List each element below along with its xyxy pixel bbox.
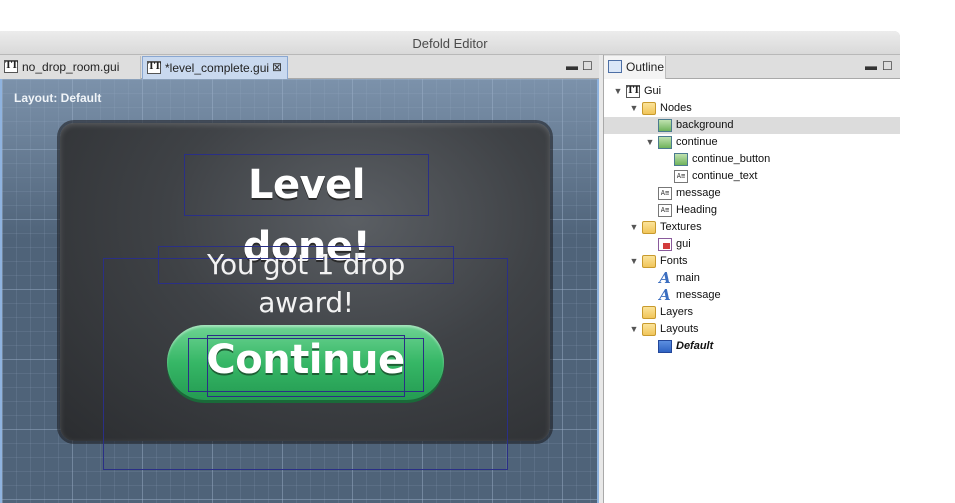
font-icon: A [659,269,671,287]
tree-item-continue-button[interactable]: continue_button [604,151,900,168]
minimize-icon[interactable]: ▬ [865,59,877,73]
tree-item-layers[interactable]: Layers [604,304,900,321]
expand-arrow-icon[interactable]: ▼ [645,134,655,151]
minimize-icon[interactable]: ▬ [566,59,578,73]
text-node-icon: A≡ [658,187,672,200]
tree-item-continue-text[interactable]: A≡ continue_text [604,168,900,185]
tab-outline[interactable]: Outline [604,56,666,79]
outline-tree: ▼ TT Gui ▼ Nodes background ▼ continue c… [604,83,900,355]
tree-item-textures[interactable]: ▼ Textures [604,219,900,236]
tree-item-default-layout[interactable]: Default [604,338,900,355]
folder-icon [642,255,656,268]
expand-arrow-icon[interactable]: ▼ [629,321,639,338]
outline-icon [608,60,622,73]
message-text-node[interactable]: You got 1 drop award! [158,246,454,319]
box-node-icon [658,119,672,132]
gui-file-icon: TT [4,60,19,73]
expand-arrow-icon[interactable]: ▼ [629,253,639,270]
outline-tab-bar: Outline ▬ ☐ [604,55,900,79]
text-node-icon: A≡ [658,204,672,217]
tree-item-layouts[interactable]: ▼ Layouts [604,321,900,338]
gui-file-icon: TT [147,61,162,74]
outline-pane: Outline ▬ ☐ ▼ TT Gui ▼ Nodes background [603,55,900,503]
folder-icon [642,221,656,234]
text-node-icon: A≡ [674,170,688,183]
title-bar: Defold Editor [0,31,900,55]
tab-label: no_drop_room.gui [22,60,120,74]
box-node-icon [674,153,688,166]
expand-arrow-icon[interactable]: ▼ [629,100,639,117]
editor-tab-bar: TT no_drop_room.gui TT *level_complete.g… [0,55,599,79]
tree-item-heading[interactable]: A≡ Heading [604,202,900,219]
close-tab-icon[interactable]: ⊠ [272,60,282,74]
continue-text-node: Continue [206,337,405,383]
tree-item-continue[interactable]: ▼ continue [604,134,900,151]
font-icon: A [659,286,671,304]
scene-editor-pane: TT no_drop_room.gui TT *level_complete.g… [0,55,599,503]
heading-text-node[interactable]: Level done! [184,154,429,270]
tree-item-font-message[interactable]: A message [604,287,900,304]
expand-arrow-icon[interactable]: ▼ [613,83,623,100]
continue-button-node[interactable]: Continue [167,325,444,400]
tree-item-message-node[interactable]: A≡ message [604,185,900,202]
tree-item-background[interactable]: background [604,117,900,134]
layout-label: Layout: Default [14,91,102,105]
folder-icon [642,102,656,115]
folder-icon [642,323,656,336]
tree-item-nodes[interactable]: ▼ Nodes [604,100,900,117]
scene-canvas[interactable]: Layout: Default Level done! You got 1 dr… [0,79,599,503]
gui-root-icon: TT [626,85,641,98]
tab-label: *level_complete.gui [165,61,270,75]
tree-item-gui[interactable]: ▼ TT Gui [604,83,900,100]
tree-item-gui-texture[interactable]: gui [604,236,900,253]
maximize-icon[interactable]: ☐ [882,59,893,73]
texture-icon [658,238,672,251]
tab-no-drop-room[interactable]: TT no_drop_room.gui [0,56,141,79]
folder-icon [642,306,656,319]
box-node-icon [658,136,672,149]
expand-arrow-icon[interactable]: ▼ [629,219,639,236]
layout-icon [658,340,672,353]
maximize-icon[interactable]: ☐ [582,59,593,73]
editor-window: Defold Editor TT no_drop_room.gui TT *le… [0,31,900,503]
tab-level-complete[interactable]: TT *level_complete.gui ⊠ [142,56,288,79]
window-title: Defold Editor [412,36,488,51]
tree-item-fonts[interactable]: ▼ Fonts [604,253,900,270]
outline-tab-label: Outline [626,60,665,74]
tree-item-font-main[interactable]: A main [604,270,900,287]
